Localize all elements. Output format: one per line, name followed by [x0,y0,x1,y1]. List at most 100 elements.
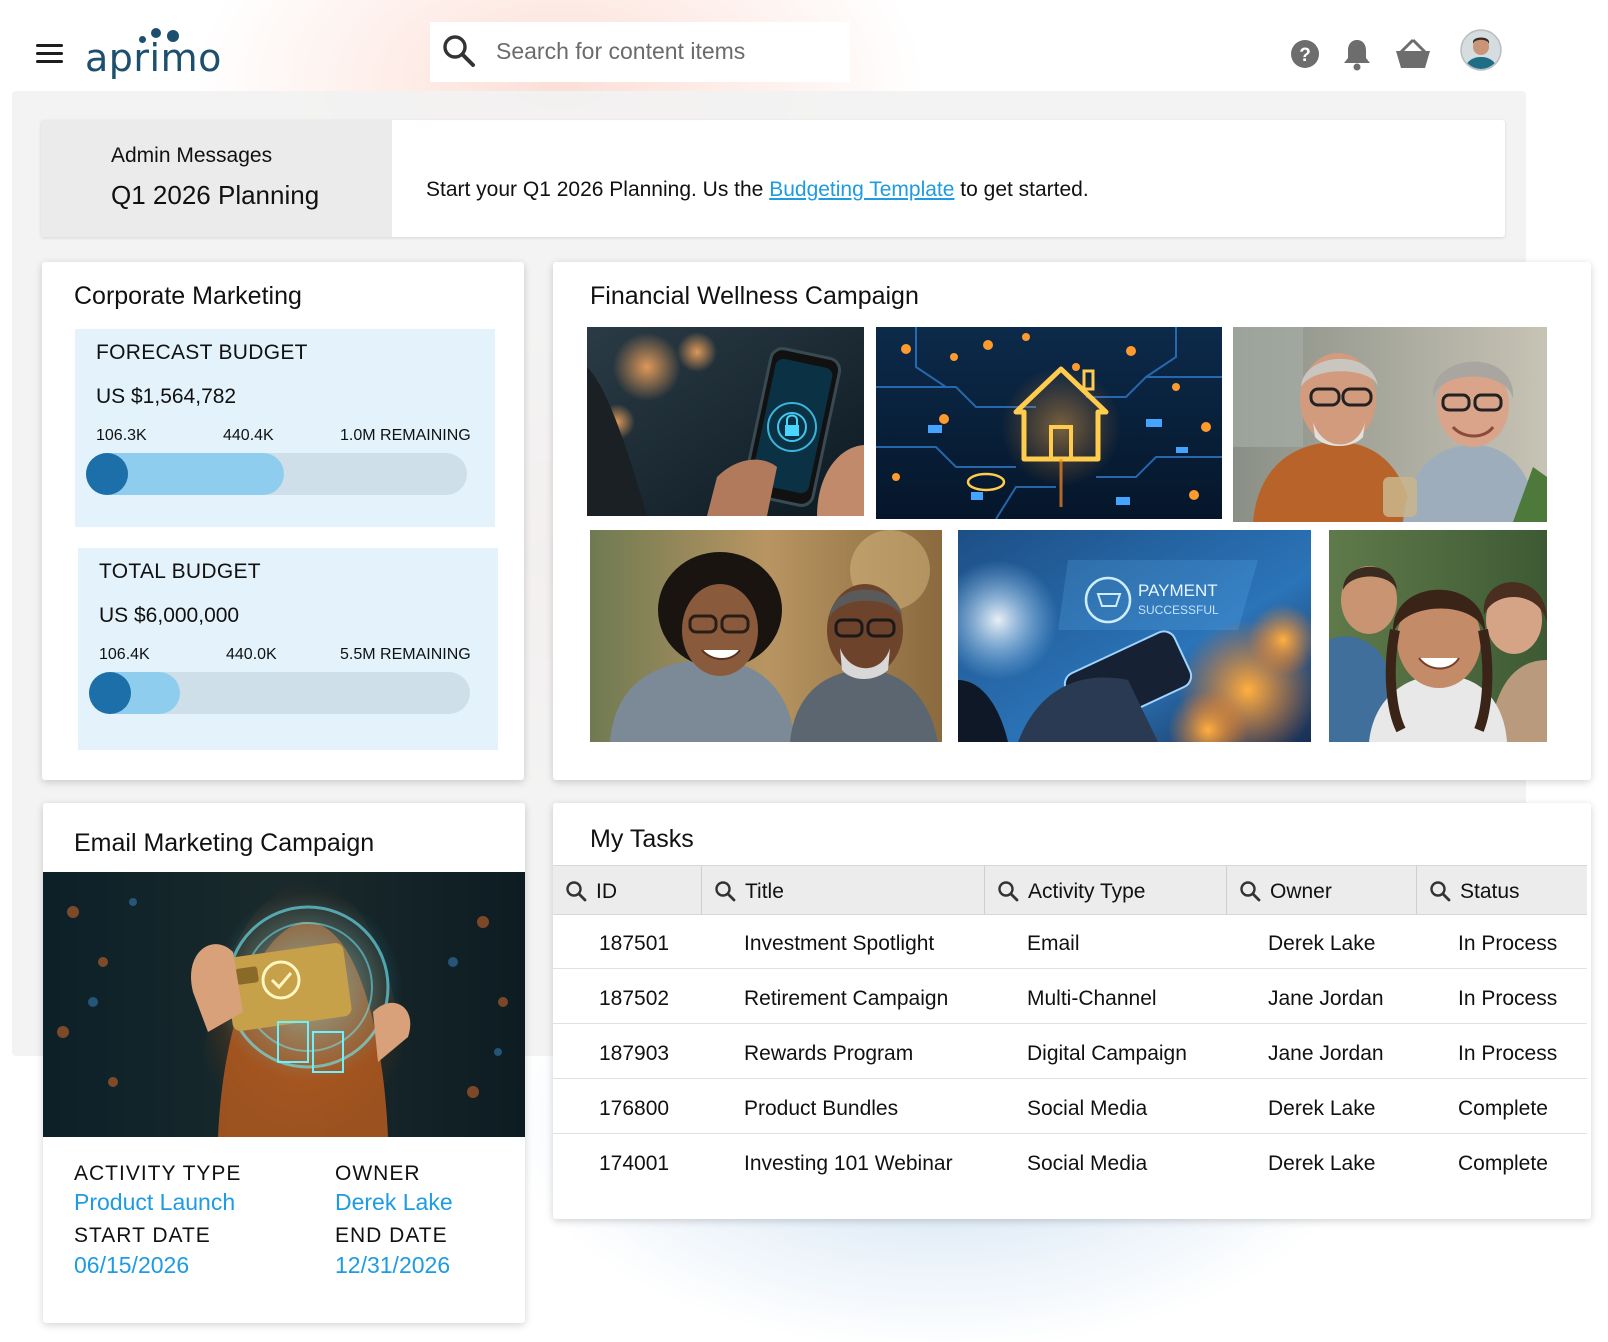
total-budget-bar [89,672,470,714]
card-title: Email Marketing Campaign [74,829,375,857]
table-row[interactable]: 176800 Product Bundles Social Media Dere… [553,1080,1587,1134]
admin-messages-label: Admin Messages [111,144,273,167]
logo-dot [139,36,146,43]
column-header-label: ID [596,880,617,903]
basket-icon[interactable] [1394,38,1432,70]
task-title: Retirement Campaign [744,987,949,1010]
forecast-spent-value: 106.3K [96,427,147,444]
task-title: Investing 101 Webinar [744,1152,953,1175]
column-header-owner[interactable]: Owner [1227,866,1417,914]
top-bar: aprimo ? [0,0,1608,91]
task-id: 187501 [599,932,670,955]
column-header-title[interactable]: Title [702,866,985,914]
admin-messages-title: Q1 2026 Planning [111,180,320,210]
task-status: Complete [1458,1152,1548,1175]
owner-value: Derek Lake [335,1189,453,1215]
forecast-budget-bar [86,453,467,495]
column-header-label: Activity Type [1028,880,1146,903]
total-budget-label: TOTAL BUDGET [99,560,261,583]
forecast-budget-label: FORECAST BUDGET [96,341,308,364]
task-id: 187903 [599,1042,670,1065]
total-remaining-value: 5.5M REMAINING [340,646,471,663]
total-spent-value: 106.4K [99,646,150,663]
task-owner: Derek Lake [1268,932,1376,955]
column-header-label: Status [1460,880,1520,903]
task-id: 174001 [599,1152,670,1175]
budgeting-template-link[interactable]: Budgeting Template [769,178,954,201]
task-title: Product Bundles [744,1097,899,1120]
payment-text-2: SUCCESSFUL [1138,603,1219,617]
card-title: My Tasks [590,825,694,853]
admin-messages-header: Admin Messages Q1 2026 Planning [41,120,392,237]
activity-type-label: ACTIVITY TYPE [74,1162,242,1185]
task-owner: Derek Lake [1268,1097,1376,1120]
table-row[interactable]: 187502 Retirement Campaign Multi-Channel… [553,970,1587,1024]
owner-label: OWNER [335,1162,421,1185]
end-date-label: END DATE [335,1224,448,1247]
bell-icon[interactable] [1342,37,1372,71]
total-budget-panel: TOTAL BUDGET US $6,000,000 106.4K 440.0K… [78,548,498,750]
financial-wellness-card: Financial Wellness Campaign PAYMENT SUCC… [553,262,1591,780]
task-owner: Derek Lake [1268,1152,1376,1175]
search-icon[interactable] [565,880,587,902]
svg-text:?: ? [1299,45,1311,66]
task-status: In Process [1458,1042,1558,1065]
end-date-value: 12/31/2026 [335,1252,451,1278]
table-row[interactable]: 174001 Investing 101 Webinar Social Medi… [553,1135,1587,1189]
help-icon[interactable]: ? [1290,39,1320,69]
forecast-spent-marker [86,453,128,495]
my-tasks-card: My Tasks ID Title Activity Type Owner St… [553,803,1591,1219]
task-activity-type: Digital Campaign [1027,1042,1187,1065]
column-header-id[interactable]: ID [553,866,702,914]
search-icon[interactable] [1429,880,1451,902]
search-icon[interactable] [442,34,476,68]
tasks-table-header: ID Title Activity Type Owner Status [553,865,1587,915]
task-activity-type: Social Media [1027,1152,1148,1175]
forecast-budget-amount: US $1,564,782 [96,385,237,408]
start-date-label: START DATE [74,1224,211,1247]
task-status: In Process [1458,932,1558,955]
search-icon[interactable] [997,880,1019,902]
activity-type-value: Product Launch [74,1189,236,1215]
search-icon[interactable] [1239,880,1261,902]
search-input[interactable] [496,34,836,68]
menu-icon[interactable] [36,44,63,66]
task-activity-type: Email [1027,932,1080,955]
task-activity-type: Multi-Channel [1027,987,1157,1010]
admin-message-after: to get started. [954,178,1089,201]
admin-messages: Admin Messages Q1 2026 Planning Start yo… [41,120,1505,237]
admin-message-before: Start your Q1 2026 Planning. Us the [426,178,770,201]
column-header-label: Owner [1270,880,1332,903]
logo-text: aprimo [85,36,222,80]
phone-security-image[interactable] [587,327,864,516]
column-header-activity-type[interactable]: Activity Type [985,866,1227,914]
logo-dot [151,28,161,38]
task-id: 187502 [599,987,670,1010]
smiling-couple-image[interactable] [590,530,942,742]
task-status: In Process [1458,987,1558,1010]
search-bar [430,22,850,82]
payment-successful-image[interactable]: PAYMENT SUCCESSFUL [958,530,1311,742]
payment-text-1: PAYMENT [1138,581,1218,600]
email-campaign-image[interactable] [43,872,525,1137]
table-row[interactable]: 187903 Rewards Program Digital Campaign … [553,1025,1587,1079]
forecast-budget-panel: FORECAST BUDGET US $1,564,782 106.3K 440… [75,329,495,527]
table-row[interactable]: 187501 Investment Spotlight Email Derek … [553,915,1587,969]
task-id: 176800 [599,1097,670,1120]
column-header-label: Title [745,880,784,903]
task-activity-type: Social Media [1027,1097,1148,1120]
total-spent-marker [89,672,131,714]
logo-dot [167,30,179,42]
family-selfie-image[interactable] [1329,530,1547,742]
search-icon[interactable] [714,880,736,902]
total-committed-value: 440.0K [226,646,277,663]
task-title: Rewards Program [744,1042,914,1065]
senior-couple-image[interactable] [1233,327,1547,522]
smart-home-circuit-image[interactable] [876,327,1222,519]
column-header-status[interactable]: Status [1417,866,1587,914]
email-marketing-card: Email Marketing Campaign ACTIVITY TYPE P… [43,803,525,1323]
aprimo-logo[interactable]: aprimo [85,26,221,86]
task-owner: Jane Jordan [1268,987,1384,1010]
corporate-marketing-card: Corporate Marketing FORECAST BUDGET US $… [42,262,524,780]
avatar[interactable] [1460,29,1502,71]
